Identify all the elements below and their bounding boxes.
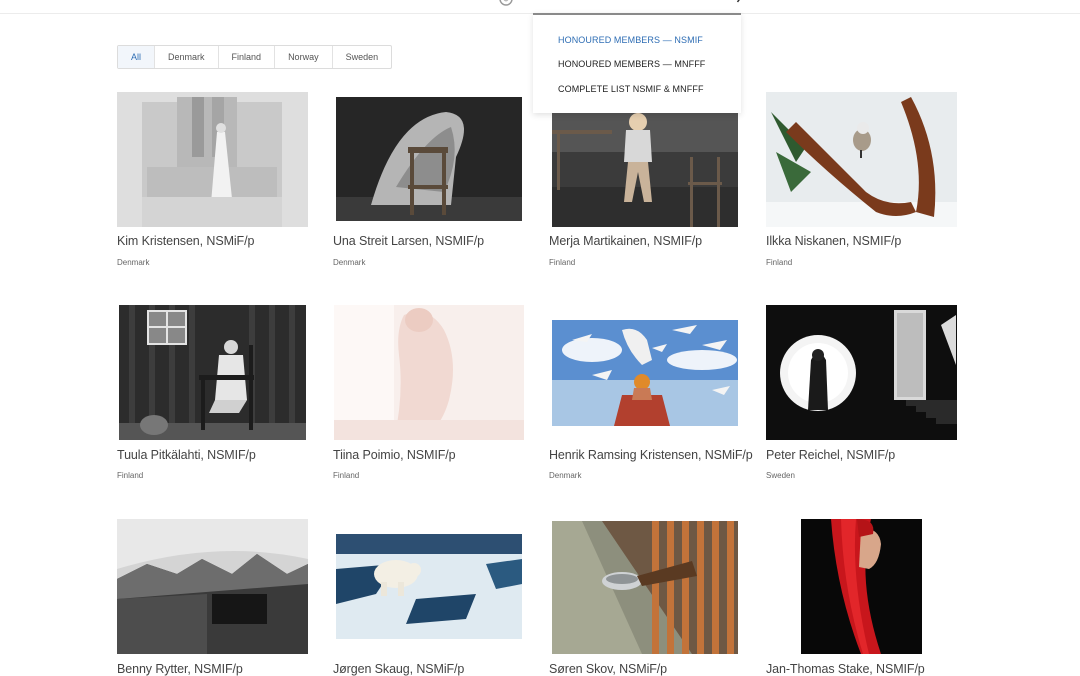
member-country: Denmark (333, 258, 366, 267)
menu-item-honoured-mnfff[interactable]: HONOURED MEMBERS — MNFFF (558, 59, 705, 69)
member-name[interactable]: Tuula Pitkälahti, NSMIF/p (117, 448, 256, 462)
member-name[interactable]: Peter Reichel, NSMIF/p (766, 448, 895, 462)
filter-denmark[interactable]: Denmark (155, 46, 219, 68)
member-name[interactable]: Henrik Ramsing Kristensen, NSMiF/p (549, 448, 753, 462)
member-photo[interactable] (552, 320, 738, 426)
member-country: Finland (766, 258, 793, 267)
filter-norway[interactable]: Norway (275, 46, 333, 68)
member-name[interactable]: Benny Rytter, NSMIF/p (117, 662, 243, 676)
member-photo[interactable] (119, 305, 306, 440)
honoured-members-dropdown: HONOURED MEMBERS — NSMIF HONOURED MEMBER… (533, 13, 741, 113)
member-photo[interactable] (334, 305, 524, 440)
member-name[interactable]: Una Streit Larsen, NSMIF/p (333, 234, 484, 248)
member-country: Finland (333, 471, 360, 480)
member-name[interactable]: Kim Kristensen, NSMiF/p (117, 234, 254, 248)
menu-item-complete-list[interactable]: COMPLETE LIST NSMIF & MNFFF (558, 84, 704, 94)
member-name[interactable]: Jan-Thomas Stake, NSMIF/p (766, 662, 925, 676)
member-photo[interactable] (801, 519, 922, 654)
menu-item-honoured-nsmif[interactable]: HONOURED MEMBERS — NSMIF (558, 35, 703, 45)
member-country: Finland (549, 258, 576, 267)
member-name[interactable]: Jørgen Skaug, NSMiF/p (333, 662, 464, 676)
search-icon[interactable] (736, 0, 748, 4)
member-photo[interactable] (336, 534, 522, 639)
member-name[interactable]: Ilkka Niskanen, NSMIF/p (766, 234, 901, 248)
member-photo[interactable] (336, 97, 522, 221)
member-name[interactable]: Søren Skov, NSMiF/p (549, 662, 667, 676)
member-photo[interactable] (117, 92, 308, 227)
member-name[interactable]: Tiina Poimio, NSMIF/p (333, 448, 456, 462)
member-photo[interactable] (766, 92, 957, 227)
member-name[interactable]: Merja Martikainen, NSMIF/p (549, 234, 702, 248)
member-photo[interactable] (552, 521, 738, 654)
member-country: Denmark (117, 258, 150, 267)
member-country: Sweden (766, 471, 795, 480)
filter-all[interactable]: All (118, 46, 156, 68)
top-header (0, 0, 1080, 14)
filter-finland[interactable]: Finland (219, 46, 276, 68)
member-country: Finland (117, 471, 144, 480)
member-photo[interactable] (766, 305, 957, 440)
member-photo[interactable] (117, 519, 308, 654)
country-filter-bar: All Denmark Finland Norway Sweden (117, 45, 393, 69)
club-emblem-icon[interactable] (497, 0, 515, 6)
member-photo[interactable] (552, 112, 738, 227)
member-country: Denmark (549, 471, 582, 480)
filter-sweden[interactable]: Sweden (333, 46, 392, 68)
